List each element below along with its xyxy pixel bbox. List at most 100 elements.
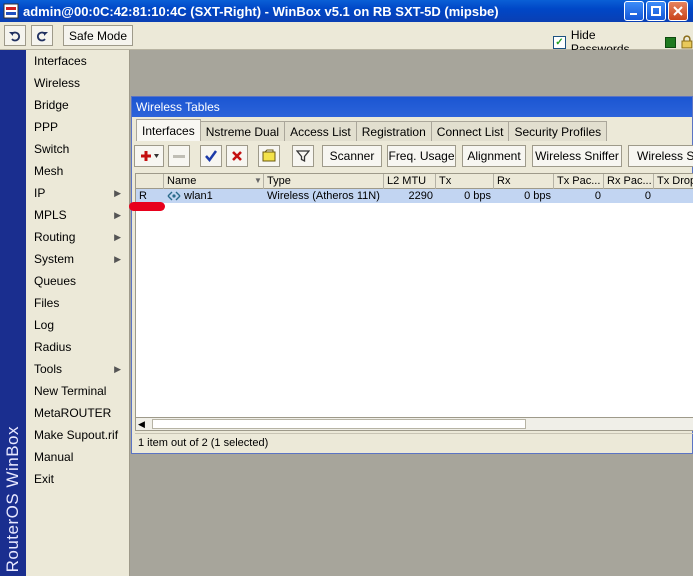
maximize-icon: [651, 6, 661, 16]
sidebar-item-queues[interactable]: Queues: [26, 270, 129, 292]
col-rx-packets[interactable]: Rx Pac...: [604, 174, 654, 189]
sidebar-item-wireless[interactable]: Wireless: [26, 72, 129, 94]
col-tx[interactable]: Tx: [436, 174, 494, 189]
row-rx-packets: 0: [644, 190, 651, 202]
row-flag: R: [139, 190, 147, 202]
window-title: admin@00:0C:42:81:10:4C (SXT-Right) - Wi…: [23, 3, 499, 19]
close-button[interactable]: [668, 1, 688, 21]
minimize-icon: [630, 13, 637, 15]
sidebar-item-routing[interactable]: Routing ▶: [26, 226, 129, 248]
sidebar-menu: Interfaces Wireless Bridge PPP Switch Me…: [26, 50, 130, 576]
close-icon: [673, 6, 683, 16]
annotation-mark: [129, 202, 165, 211]
row-tx: 0 bps: [464, 190, 491, 202]
sidebar-item-radius[interactable]: Radius: [26, 336, 129, 358]
table-row[interactable]: R wlan1 Wireless (Atheros 11N) 2290 0 bp…: [136, 189, 693, 203]
sidebar-item-switch[interactable]: Switch: [26, 138, 129, 160]
row-l2mtu: 2290: [408, 190, 433, 202]
undo-icon: [9, 31, 21, 41]
submenu-arrow-icon: ▶: [114, 210, 121, 220]
sidebar-item-new-terminal[interactable]: New Terminal: [26, 380, 129, 402]
tab-connect-list[interactable]: Connect List: [430, 121, 510, 141]
wireless-snooper-button[interactable]: Wireless Sn: [628, 145, 693, 167]
sidebar-item-files[interactable]: Files: [26, 292, 129, 314]
safe-mode-button[interactable]: Safe Mode: [63, 25, 133, 46]
submenu-arrow-icon: ▶: [114, 232, 121, 242]
freq-usage-button[interactable]: Freq. Usage: [387, 145, 456, 167]
alignment-button[interactable]: Alignment: [462, 145, 526, 167]
brand-strip: RouterOS WinBox: [0, 50, 26, 576]
sidebar-item-metarouter[interactable]: MetaROUTER: [26, 402, 129, 424]
row-name: wlan1: [184, 190, 213, 202]
tab-registration[interactable]: Registration: [355, 121, 432, 141]
tab-access-list[interactable]: Access List: [284, 121, 357, 141]
filter-button[interactable]: [292, 145, 314, 167]
sidebar-item-mesh[interactable]: Mesh: [26, 160, 129, 182]
interfaces-table: Name Type L2 MTU Tx Rx Tx Pac... Rx Pac.…: [135, 173, 693, 419]
col-flag[interactable]: [136, 174, 164, 189]
remove-button[interactable]: [168, 145, 190, 167]
tab-bar: Interfaces Nstreme Dual Access List Regi…: [136, 119, 608, 141]
table-header: Name Type L2 MTU Tx Rx Tx Pac... Rx Pac.…: [136, 174, 693, 189]
sidebar-item-log[interactable]: Log: [26, 314, 129, 336]
wireless-toolbar: Scanner Freq. Usage Alignment Wireless S…: [134, 144, 693, 170]
wireless-interface-icon: [167, 191, 181, 201]
enable-button[interactable]: [200, 145, 222, 167]
main-toolbar: Safe Mode ✓ Hide Passwords: [0, 22, 693, 56]
sidebar-item-manual[interactable]: Manual: [26, 446, 129, 468]
plus-icon: [141, 151, 159, 161]
col-l2mtu[interactable]: L2 MTU: [384, 174, 436, 189]
tab-nstreme-dual[interactable]: Nstreme Dual: [199, 121, 286, 141]
add-button[interactable]: [134, 145, 164, 167]
col-tx-drops[interactable]: Tx Drop: [654, 174, 693, 189]
col-tx-packets[interactable]: Tx Pac...: [554, 174, 604, 189]
comment-icon: [262, 149, 276, 162]
sidebar-item-tools[interactable]: Tools ▶: [26, 358, 129, 380]
sidebar-item-ppp[interactable]: PPP: [26, 116, 129, 138]
sidebar-item-ip[interactable]: IP ▶: [26, 182, 129, 204]
col-name[interactable]: Name: [164, 174, 264, 189]
disable-button[interactable]: [226, 145, 248, 167]
row-rx: 0 bps: [524, 190, 551, 202]
scanner-button[interactable]: Scanner: [322, 145, 382, 167]
scrollbar-thumb[interactable]: [152, 419, 526, 429]
wireless-sniffer-button[interactable]: Wireless Sniffer: [532, 145, 622, 167]
sidebar-item-bridge[interactable]: Bridge: [26, 94, 129, 116]
wireless-tables-title: Wireless Tables: [132, 97, 692, 117]
undo-button[interactable]: [4, 25, 26, 46]
scroll-left-icon[interactable]: ◀: [138, 418, 145, 430]
sidebar-item-system[interactable]: System ▶: [26, 248, 129, 270]
wireless-tables-window: Wireless Tables Interfaces Nstreme Dual …: [131, 96, 693, 454]
submenu-arrow-icon: ▶: [114, 364, 121, 374]
minimize-button[interactable]: [624, 1, 644, 21]
row-tx-packets: 0: [594, 190, 601, 202]
submenu-arrow-icon: ▶: [114, 254, 121, 264]
redo-button[interactable]: [31, 25, 53, 46]
status-indicator: [665, 36, 677, 48]
hide-passwords-checkbox[interactable]: ✓: [553, 35, 566, 49]
filter-icon: [296, 150, 310, 163]
submenu-arrow-icon: ▶: [114, 188, 121, 198]
minus-icon: [173, 155, 185, 158]
maximize-button[interactable]: [646, 1, 666, 21]
row-type: Wireless (Atheros 11N): [267, 190, 380, 202]
winbox-icon: [3, 3, 19, 19]
sidebar-item-exit[interactable]: Exit: [26, 468, 129, 490]
comment-button[interactable]: [258, 145, 280, 167]
status-bar: 1 item out of 2 (1 selected): [135, 433, 693, 451]
lock-icon: [681, 35, 693, 49]
check-icon: [205, 150, 218, 163]
sort-arrow-icon: ▼: [254, 176, 262, 185]
sidebar-item-mpls[interactable]: MPLS ▶: [26, 204, 129, 226]
redo-icon: [36, 31, 48, 41]
col-rx[interactable]: Rx: [494, 174, 554, 189]
sidebar-item-interfaces[interactable]: Interfaces: [26, 50, 129, 72]
tab-security-profiles[interactable]: Security Profiles: [508, 121, 608, 141]
sidebar-item-make-supout[interactable]: Make Supout.rif: [26, 424, 129, 446]
row-name-cell: wlan1: [164, 189, 264, 203]
tab-interfaces[interactable]: Interfaces: [136, 119, 201, 141]
title-bar: admin@00:0C:42:81:10:4C (SXT-Right) - Wi…: [0, 0, 693, 22]
horizontal-scrollbar[interactable]: ◀: [135, 417, 693, 431]
col-type[interactable]: Type: [264, 174, 384, 189]
brand-label: RouterOS WinBox: [3, 425, 22, 572]
